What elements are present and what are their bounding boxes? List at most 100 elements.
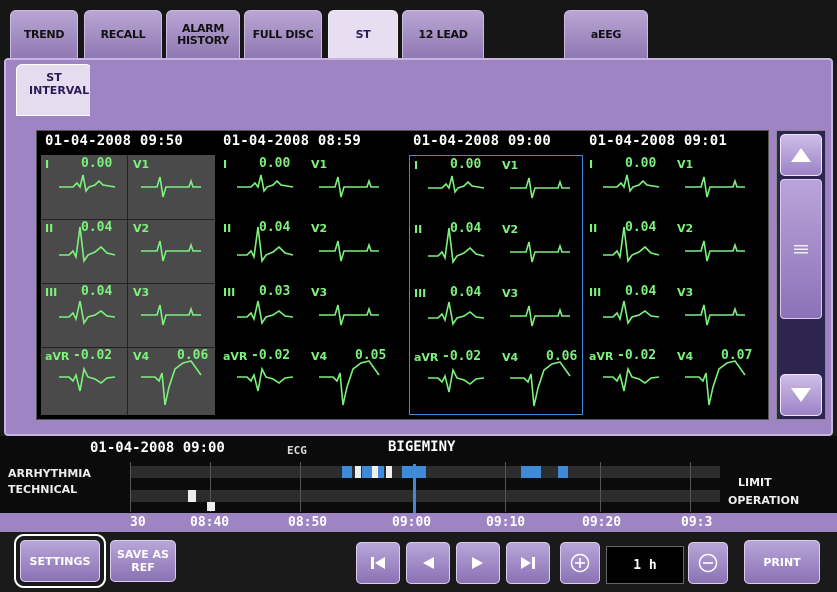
lead-cell: I 0.00 V1 bbox=[41, 155, 215, 219]
row-label-technical: TECHNICAL bbox=[8, 483, 78, 496]
axis-tick: 09:10 bbox=[486, 515, 526, 530]
axis-tick: 09:20 bbox=[582, 515, 622, 530]
lead-label: I bbox=[223, 158, 228, 171]
tab-trend[interactable]: TREND bbox=[10, 10, 78, 60]
lead-cell: I 0.00 V1 bbox=[219, 155, 393, 219]
ecg-waveform bbox=[603, 226, 745, 264]
st-value: 0.04 bbox=[450, 221, 482, 236]
technical-mark[interactable] bbox=[188, 490, 196, 502]
lead-cell: aVR -0.02 V4 0.06 bbox=[410, 348, 584, 412]
next-button[interactable] bbox=[456, 542, 500, 584]
minus-circle-icon bbox=[698, 553, 718, 573]
st-value: -0.02 bbox=[251, 348, 291, 363]
arrhythmia-mark[interactable] bbox=[558, 466, 568, 478]
save-as-ref-button[interactable]: SAVE AS REF bbox=[110, 540, 176, 582]
first-button[interactable] bbox=[356, 542, 400, 584]
lead-trace bbox=[428, 175, 485, 194]
zoom-out-button[interactable] bbox=[688, 542, 728, 584]
lead-cell: I 0.00 V1 bbox=[410, 156, 584, 220]
ecg-waveform bbox=[428, 301, 570, 327]
arrhythmia-mark[interactable] bbox=[372, 466, 378, 478]
lead-trace bbox=[428, 301, 485, 327]
ecg-waveform bbox=[603, 300, 745, 326]
right-label-operation: OPERATION bbox=[728, 494, 800, 507]
tab-aeeg[interactable]: aEEG bbox=[564, 10, 648, 60]
lead-cell: II 0.04 V2 bbox=[41, 219, 215, 283]
lead-label: V4 bbox=[133, 350, 150, 363]
axis-tick: 08:40 bbox=[190, 515, 230, 530]
lead-label: V1 bbox=[677, 158, 694, 171]
last-button[interactable] bbox=[506, 542, 550, 584]
column-timestamp: 01-04-2008 09:00 bbox=[413, 133, 552, 149]
column-timestamp: 01-04-2008 08:59 bbox=[223, 133, 362, 149]
arrhythmia-mark[interactable] bbox=[342, 466, 352, 478]
arrhythmia-mark[interactable] bbox=[521, 466, 541, 478]
skip-forward-icon bbox=[521, 557, 535, 569]
time-cursor[interactable] bbox=[413, 464, 416, 514]
grid-line bbox=[690, 462, 691, 512]
st-value: 0.04 bbox=[625, 284, 657, 299]
arrhythmia-mark[interactable] bbox=[386, 466, 392, 478]
st-value: 0.04 bbox=[625, 220, 657, 235]
st-column[interactable]: I 0.00 V1 II 0.04 V2 III 0.04 V3 aVR -0.02 V4 0.06 bbox=[41, 155, 215, 415]
subtab-st-interval[interactable]: ST INTERVAL bbox=[16, 64, 92, 116]
lead-cell: III 0.04 V3 bbox=[41, 283, 215, 347]
lead-trace bbox=[237, 300, 294, 326]
tab-recall[interactable]: RECALL bbox=[84, 10, 162, 60]
subtab-label: ST INTERVAL bbox=[29, 71, 90, 97]
tab-st[interactable]: ST bbox=[328, 10, 398, 60]
ecg-waveform bbox=[428, 227, 570, 265]
settings-button[interactable]: SETTINGS bbox=[20, 540, 100, 582]
zoom-value: 1 h bbox=[606, 546, 684, 584]
lead-label: III bbox=[45, 286, 58, 299]
lead-trace bbox=[319, 176, 379, 198]
st-value: 0.00 bbox=[81, 156, 113, 171]
lead-trace bbox=[510, 305, 570, 327]
st-value: 0.06 bbox=[177, 348, 209, 363]
lead-trace bbox=[59, 366, 116, 392]
lead-label: V1 bbox=[133, 158, 150, 171]
scroll-down-button[interactable] bbox=[780, 374, 822, 416]
st-value: -0.02 bbox=[73, 348, 113, 363]
lead-cell: aVR -0.02 V4 0.07 bbox=[585, 347, 759, 411]
column-timestamp: 01-04-2008 09:01 bbox=[589, 133, 728, 149]
lead-label: III bbox=[589, 286, 602, 299]
scrollbar[interactable] bbox=[776, 130, 826, 420]
lead-trace bbox=[685, 360, 746, 406]
print-button[interactable]: PRINT bbox=[744, 540, 820, 584]
lead-trace bbox=[237, 174, 294, 193]
lead-trace bbox=[319, 240, 379, 262]
st-column[interactable]: I 0.00 V1 II 0.04 V2 III 0.04 V3 aVR -0.02 V4 0.06 bbox=[409, 155, 583, 415]
lead-trace bbox=[510, 241, 570, 263]
lead-cell: II 0.04 V2 bbox=[410, 220, 584, 284]
lead-trace bbox=[603, 366, 660, 392]
st-value: 0.00 bbox=[450, 157, 482, 172]
previous-button[interactable] bbox=[406, 542, 450, 584]
arrow-up-icon bbox=[791, 148, 811, 162]
scroll-up-button[interactable] bbox=[780, 134, 822, 176]
lead-label: V3 bbox=[311, 286, 328, 299]
ecg-waveform bbox=[237, 174, 379, 198]
arrhythmia-mark[interactable] bbox=[355, 466, 361, 478]
tab-alarm-history[interactable]: ALARM HISTORY bbox=[166, 10, 240, 60]
tab-12-lead[interactable]: 12 LEAD bbox=[402, 10, 484, 60]
row-label-arrhythmia: ARRHYTHMIA bbox=[8, 467, 91, 480]
grid-line bbox=[600, 462, 601, 512]
tab-full-disc[interactable]: FULL DISC bbox=[244, 10, 322, 60]
st-value: 0.05 bbox=[355, 348, 387, 363]
skip-back-icon bbox=[371, 557, 385, 569]
st-column[interactable]: I 0.00 V1 II 0.04 V2 III 0.04 V3 aVR -0.02 V4 0.07 bbox=[585, 155, 759, 415]
lead-label: aVR bbox=[223, 350, 248, 363]
zoom-in-button[interactable] bbox=[560, 542, 600, 584]
lead-trace bbox=[319, 304, 379, 326]
scroll-thumb[interactable] bbox=[780, 179, 822, 319]
st-column[interactable]: I 0.00 V1 II 0.04 V2 III 0.03 V3 aVR -0.02 V4 0.05 bbox=[219, 155, 393, 415]
lead-trace bbox=[59, 300, 116, 326]
lead-label: V2 bbox=[677, 222, 694, 235]
lead-label: III bbox=[223, 286, 236, 299]
st-value: 0.07 bbox=[721, 348, 753, 363]
lead-label: aVR bbox=[589, 350, 614, 363]
st-value: 0.00 bbox=[625, 156, 657, 171]
technical-mark[interactable] bbox=[207, 502, 215, 511]
arrow-down-icon bbox=[791, 388, 811, 402]
